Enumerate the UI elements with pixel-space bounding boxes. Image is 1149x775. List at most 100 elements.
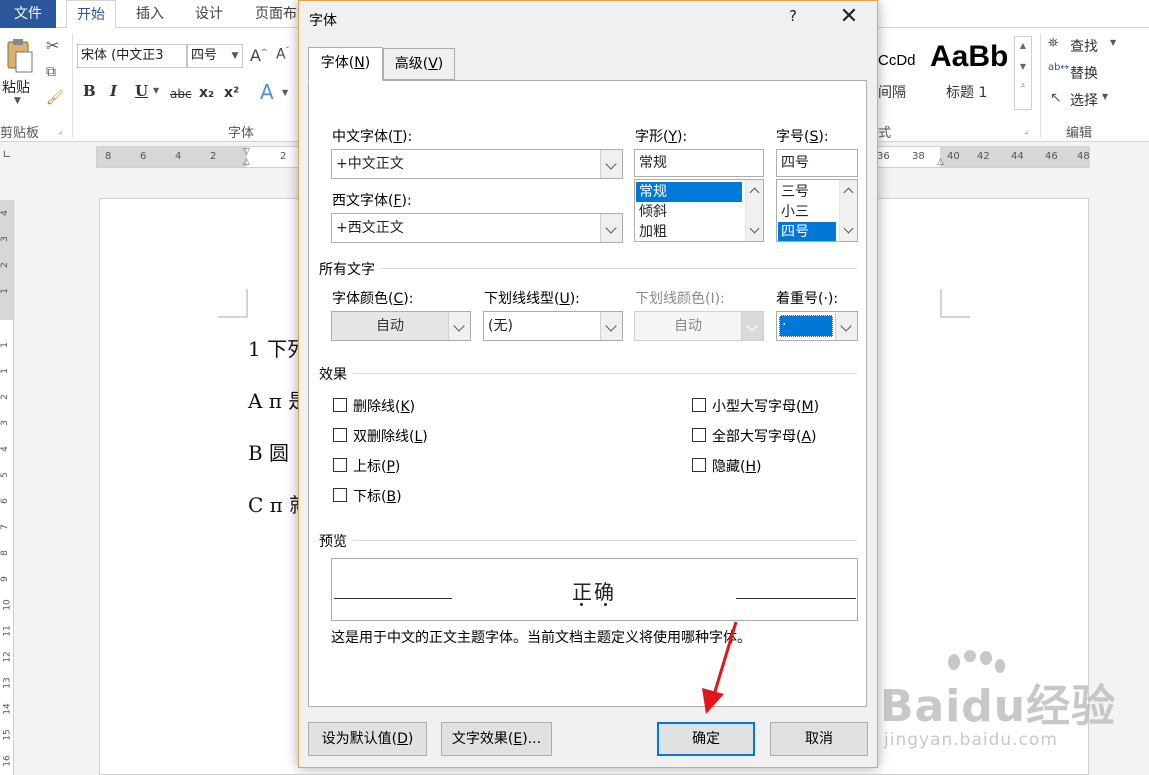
vruler-number: 10 bbox=[2, 599, 13, 611]
cancel-button[interactable]: 取消 bbox=[770, 722, 868, 756]
list-item[interactable]: 小三 bbox=[778, 202, 836, 222]
subscript-checkbox[interactable] bbox=[333, 488, 347, 502]
cut-icon[interactable]: ✂ bbox=[46, 36, 59, 55]
italic-button[interactable]: I bbox=[110, 82, 117, 100]
chinese-font-select[interactable]: +中文正文 bbox=[331, 149, 623, 179]
paste-label[interactable]: 粘贴 bbox=[2, 77, 30, 97]
font-color-label: 字体颜色(C): bbox=[332, 291, 414, 307]
replace-button[interactable]: 替换 bbox=[1070, 63, 1098, 83]
styles-launcher-icon[interactable]: ⌟ bbox=[1024, 126, 1028, 136]
list-item[interactable]: 常规 bbox=[636, 182, 742, 202]
font-color-select[interactable]: 自动 bbox=[331, 311, 471, 341]
strikethrough-label[interactable]: 删除线(K) bbox=[353, 396, 415, 416]
styles-group-label: 式 bbox=[878, 126, 892, 141]
western-font-label: 西文字体(F): bbox=[332, 193, 412, 209]
underline-style-select[interactable]: (无) bbox=[483, 311, 623, 341]
scroll-up-icon bbox=[843, 187, 854, 198]
tab-home[interactable]: 开始 bbox=[66, 0, 116, 29]
font-size-list[interactable]: 三号 小三 四号 bbox=[776, 179, 858, 242]
subscript-button[interactable]: x₂ bbox=[199, 85, 214, 101]
left-indent-icon[interactable]: △ bbox=[243, 157, 250, 167]
tab-advanced[interactable]: 高级(V) bbox=[383, 48, 455, 80]
superscript-button[interactable]: x² bbox=[224, 85, 239, 101]
superscript-label[interactable]: 上标(P) bbox=[353, 456, 400, 476]
strikethrough-checkbox[interactable] bbox=[333, 398, 347, 412]
chinese-font-label: 中文字体(T): bbox=[332, 129, 413, 145]
font-size-combo[interactable]: 四号 ▼ bbox=[187, 44, 243, 68]
select-button[interactable]: 选择 bbox=[1070, 90, 1098, 110]
select-dropdown-icon[interactable]: ▼ bbox=[1102, 92, 1108, 101]
text-effects-button[interactable]: 文字效果(E)... bbox=[441, 722, 552, 756]
small-caps-checkbox[interactable] bbox=[692, 398, 706, 412]
tab-insert[interactable]: 插入 bbox=[126, 0, 174, 28]
section-divider bbox=[353, 373, 857, 374]
all-text-section-title: 所有文字 bbox=[319, 262, 375, 278]
font-size-label: 字号(S): bbox=[776, 129, 829, 145]
find-icon[interactable]: ⛯ bbox=[1048, 36, 1058, 51]
double-strikethrough-checkbox[interactable] bbox=[333, 428, 347, 442]
tab-stop-selector[interactable]: ∟ bbox=[0, 148, 14, 166]
tab-font[interactable]: 字体(N) bbox=[308, 47, 383, 81]
shrink-font-icon[interactable]: Aˇ bbox=[276, 46, 290, 63]
right-indent-icon[interactable]: △ bbox=[937, 157, 944, 167]
underline-dropdown-icon[interactable]: ▼ bbox=[153, 86, 159, 95]
style-label-nospacing[interactable]: 间隔 bbox=[878, 82, 906, 102]
font-name-combo[interactable]: 宋体 (中文正3 bbox=[77, 44, 187, 68]
font-style-input[interactable]: 常规 bbox=[634, 149, 764, 177]
format-painter-icon[interactable]: 🖌 bbox=[46, 90, 64, 106]
ok-button[interactable]: 确定 bbox=[657, 722, 755, 756]
font-style-list[interactable]: 常规 倾斜 加粗 bbox=[634, 179, 764, 242]
find-button[interactable]: 查找 bbox=[1070, 36, 1098, 56]
superscript-checkbox[interactable] bbox=[333, 458, 347, 472]
preview-baseline-left bbox=[334, 598, 452, 599]
style-sample-heading1[interactable]: AaBb bbox=[930, 40, 1008, 74]
hidden-checkbox[interactable] bbox=[692, 458, 706, 472]
grow-font-icon[interactable]: A^ bbox=[250, 46, 268, 65]
style-label-heading1[interactable]: 标题 1 bbox=[946, 82, 987, 102]
emphasis-mark-select[interactable]: · bbox=[776, 311, 858, 341]
find-dropdown-icon[interactable]: ▼ bbox=[1110, 38, 1116, 47]
text-effects-button[interactable]: A bbox=[260, 80, 274, 104]
scrollbar[interactable] bbox=[745, 180, 763, 241]
small-caps-label[interactable]: 小型大写字母(M) bbox=[712, 396, 819, 416]
style-sample-nospacing[interactable]: CcDd bbox=[878, 52, 916, 69]
vertical-ruler[interactable]: 4 3 2 1 1 1 2 3 4 5 6 7 8 9 10 11 12 13 … bbox=[0, 200, 14, 775]
first-line-indent-icon[interactable]: ▽ bbox=[243, 147, 250, 157]
section-divider bbox=[381, 268, 857, 269]
styles-scroll[interactable]: ▲ ▼ ⩡ bbox=[1014, 36, 1032, 110]
vruler-number: 3 bbox=[0, 420, 10, 426]
ruler-number: 2 bbox=[280, 151, 287, 162]
paste-icon[interactable] bbox=[4, 36, 34, 76]
clipboard-launcher-icon[interactable]: ⌟ bbox=[58, 126, 62, 136]
list-item[interactable]: 四号 bbox=[778, 222, 836, 241]
double-strikethrough-label[interactable]: 双删除线(L) bbox=[353, 426, 428, 446]
close-icon[interactable]: ✕ bbox=[834, 5, 864, 31]
western-font-select[interactable]: +西文正文 bbox=[331, 213, 623, 243]
list-item[interactable]: 加粗 bbox=[636, 222, 742, 241]
scrollbar[interactable] bbox=[839, 180, 857, 241]
all-caps-checkbox[interactable] bbox=[692, 428, 706, 442]
help-button[interactable]: ? bbox=[783, 7, 803, 29]
subscript-label[interactable]: 下标(B) bbox=[353, 486, 402, 506]
strikethrough-button[interactable]: abc bbox=[170, 87, 192, 101]
copy-icon[interactable]: ⧉ bbox=[46, 64, 56, 80]
font-size-input[interactable]: 四号 bbox=[776, 149, 858, 177]
vruler-number: 7 bbox=[0, 524, 10, 530]
replace-icon[interactable]: ab↔ bbox=[1048, 62, 1069, 73]
tab-design[interactable]: 设计 bbox=[185, 0, 233, 28]
underline-button[interactable]: U bbox=[135, 82, 148, 100]
all-caps-label[interactable]: 全部大写字母(A) bbox=[712, 426, 817, 446]
list-item[interactable]: 三号 bbox=[778, 182, 836, 202]
tab-file[interactable]: 文件 bbox=[0, 0, 56, 28]
editing-group-label: 编辑 bbox=[1066, 126, 1093, 141]
select-cursor-icon[interactable]: ↖ bbox=[1050, 90, 1062, 106]
ruler-number: 48 bbox=[1077, 151, 1090, 162]
list-item[interactable]: 倾斜 bbox=[636, 202, 742, 222]
paste-dropdown-icon[interactable]: ▼ bbox=[14, 96, 21, 106]
bold-button[interactable]: B bbox=[83, 82, 96, 100]
hidden-label[interactable]: 隐藏(H) bbox=[712, 456, 761, 476]
text-effects-dropdown-icon[interactable]: ▼ bbox=[282, 88, 288, 97]
document-text-line[interactable]: B 圆 bbox=[248, 437, 289, 466]
ruler-number: 42 bbox=[977, 151, 990, 162]
set-default-button[interactable]: 设为默认值(D) bbox=[308, 722, 427, 756]
